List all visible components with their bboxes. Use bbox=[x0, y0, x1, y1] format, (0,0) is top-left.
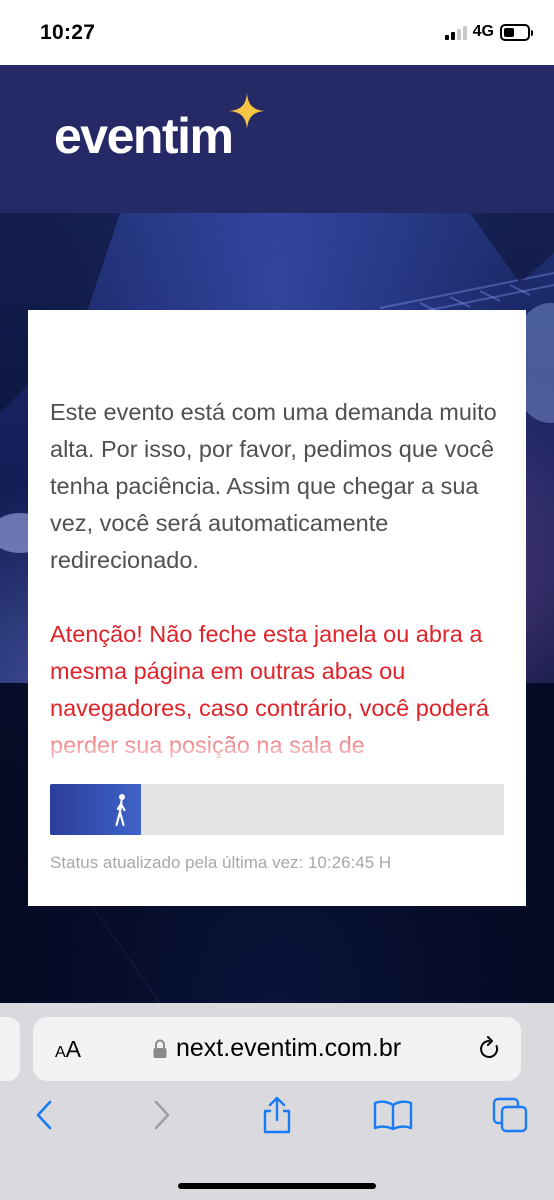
site-header: eventim bbox=[0, 65, 554, 213]
sparkle-star-icon bbox=[229, 93, 265, 129]
forward-chevron-icon bbox=[154, 1100, 170, 1130]
browser-toolbar bbox=[0, 1093, 554, 1143]
status-bar: 10:27 4G bbox=[0, 0, 554, 65]
battery-icon bbox=[500, 23, 533, 41]
queue-info-text: Este evento está com uma demanda muito a… bbox=[50, 399, 497, 573]
tabs-icon bbox=[492, 1097, 528, 1133]
forward-button[interactable] bbox=[140, 1093, 184, 1137]
lock-icon bbox=[153, 1039, 167, 1058]
previous-tab-preview[interactable] bbox=[0, 1017, 20, 1081]
signal-icon bbox=[444, 25, 467, 40]
aa-large: A bbox=[65, 1036, 82, 1062]
share-icon bbox=[263, 1096, 291, 1134]
warning-fade bbox=[50, 716, 515, 764]
clock: 10:27 bbox=[40, 21, 96, 44]
share-button[interactable] bbox=[255, 1093, 299, 1137]
logo-text: eventim bbox=[54, 108, 234, 164]
browser-bottom-bar: AA next.eventim.com.br bbox=[0, 1003, 554, 1200]
address-bar[interactable]: AA next.eventim.com.br bbox=[33, 1017, 521, 1081]
aa-small: A bbox=[55, 1044, 66, 1061]
reload-icon[interactable] bbox=[477, 1036, 501, 1062]
queue-progress-fill bbox=[50, 784, 141, 835]
bookmarks-button[interactable] bbox=[371, 1093, 415, 1137]
url-text: next.eventim.com.br bbox=[176, 1034, 402, 1062]
walking-person-icon bbox=[115, 794, 126, 827]
warning-container: Atenção! Não feche esta janela ou abra a… bbox=[50, 616, 515, 764]
tabs-button[interactable] bbox=[488, 1093, 532, 1137]
text-size-button[interactable]: AA bbox=[55, 1036, 81, 1063]
back-button[interactable] bbox=[22, 1093, 66, 1137]
eventim-logo[interactable]: eventim bbox=[54, 93, 265, 165]
status-updated-text: Status atualizado pela última vez: 10:26… bbox=[50, 853, 392, 872]
network-type: 4G bbox=[472, 23, 494, 40]
back-chevron-icon bbox=[36, 1100, 52, 1130]
book-icon bbox=[373, 1100, 413, 1131]
status-indicators: 4G bbox=[444, 23, 533, 41]
home-indicator[interactable] bbox=[178, 1183, 376, 1189]
queue-card: Este evento está com uma demanda muito a… bbox=[28, 310, 526, 906]
queue-progress-bar bbox=[50, 784, 504, 835]
